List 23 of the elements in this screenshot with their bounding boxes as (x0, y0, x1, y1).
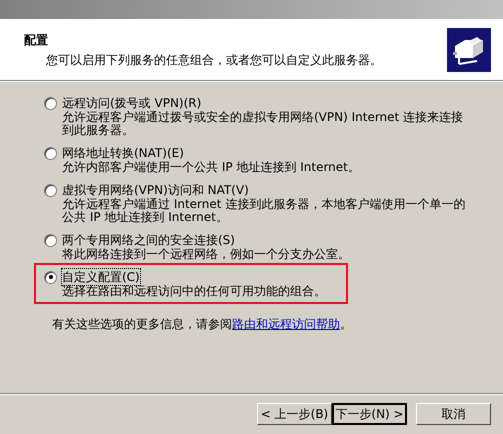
option-description: 允许远程客户端通过拨号或安全的虚拟专用网络(VPN) Internet 连接来连接到此服务器。 (61, 111, 464, 137)
option-label[interactable]: 自定义配置(C) (62, 269, 140, 285)
radio-button[interactable] (44, 96, 57, 110)
option-description: 选择在路由和远程访问中的任何可用功能的组合。 (61, 285, 326, 298)
cancel-button[interactable]: 取消 (416, 403, 491, 425)
next-button[interactable]: 下一步(N) > (332, 403, 407, 425)
page-subtitle: 您可以启用下列服务的任意组合，或者您可以自定义此服务器。 (45, 52, 383, 68)
option-description: 允许远程客户端通过 Internet 连接到此服务器，本地客户端使用一个单一的公共 IP 地址连接到 Internet。 (61, 198, 466, 224)
option-description: 允许内部客户端使用一个公共 IP 地址连接到 Internet。 (61, 161, 360, 174)
option-label[interactable]: 远程访问(拨号或 VPN)(R) (62, 95, 202, 111)
option-label[interactable]: 虚拟专用网络(VPN)访问和 NAT(V) (62, 182, 249, 198)
server-icon (447, 28, 491, 72)
page-title: 配置 (24, 32, 49, 48)
help-link[interactable]: 路由和远程访问帮助 (232, 317, 340, 331)
option-label[interactable]: 两个专用网络之间的安全连接(S) (62, 232, 235, 248)
option-label[interactable]: 网络地址转换(NAT)(E) (62, 145, 184, 161)
radio-button[interactable] (44, 234, 57, 246)
radio-button[interactable] (44, 270, 57, 284)
back-button[interactable]: < 上一步(B) (257, 403, 332, 425)
radio-button[interactable] (44, 146, 57, 160)
radio-button[interactable] (44, 184, 57, 196)
option-description: 将此网络连接到一个远程网络，例如一个分支办公室。 (61, 248, 350, 261)
help-text: 有关这些选项的更多信息，请参阅路由和远程访问帮助。 (51, 316, 353, 333)
